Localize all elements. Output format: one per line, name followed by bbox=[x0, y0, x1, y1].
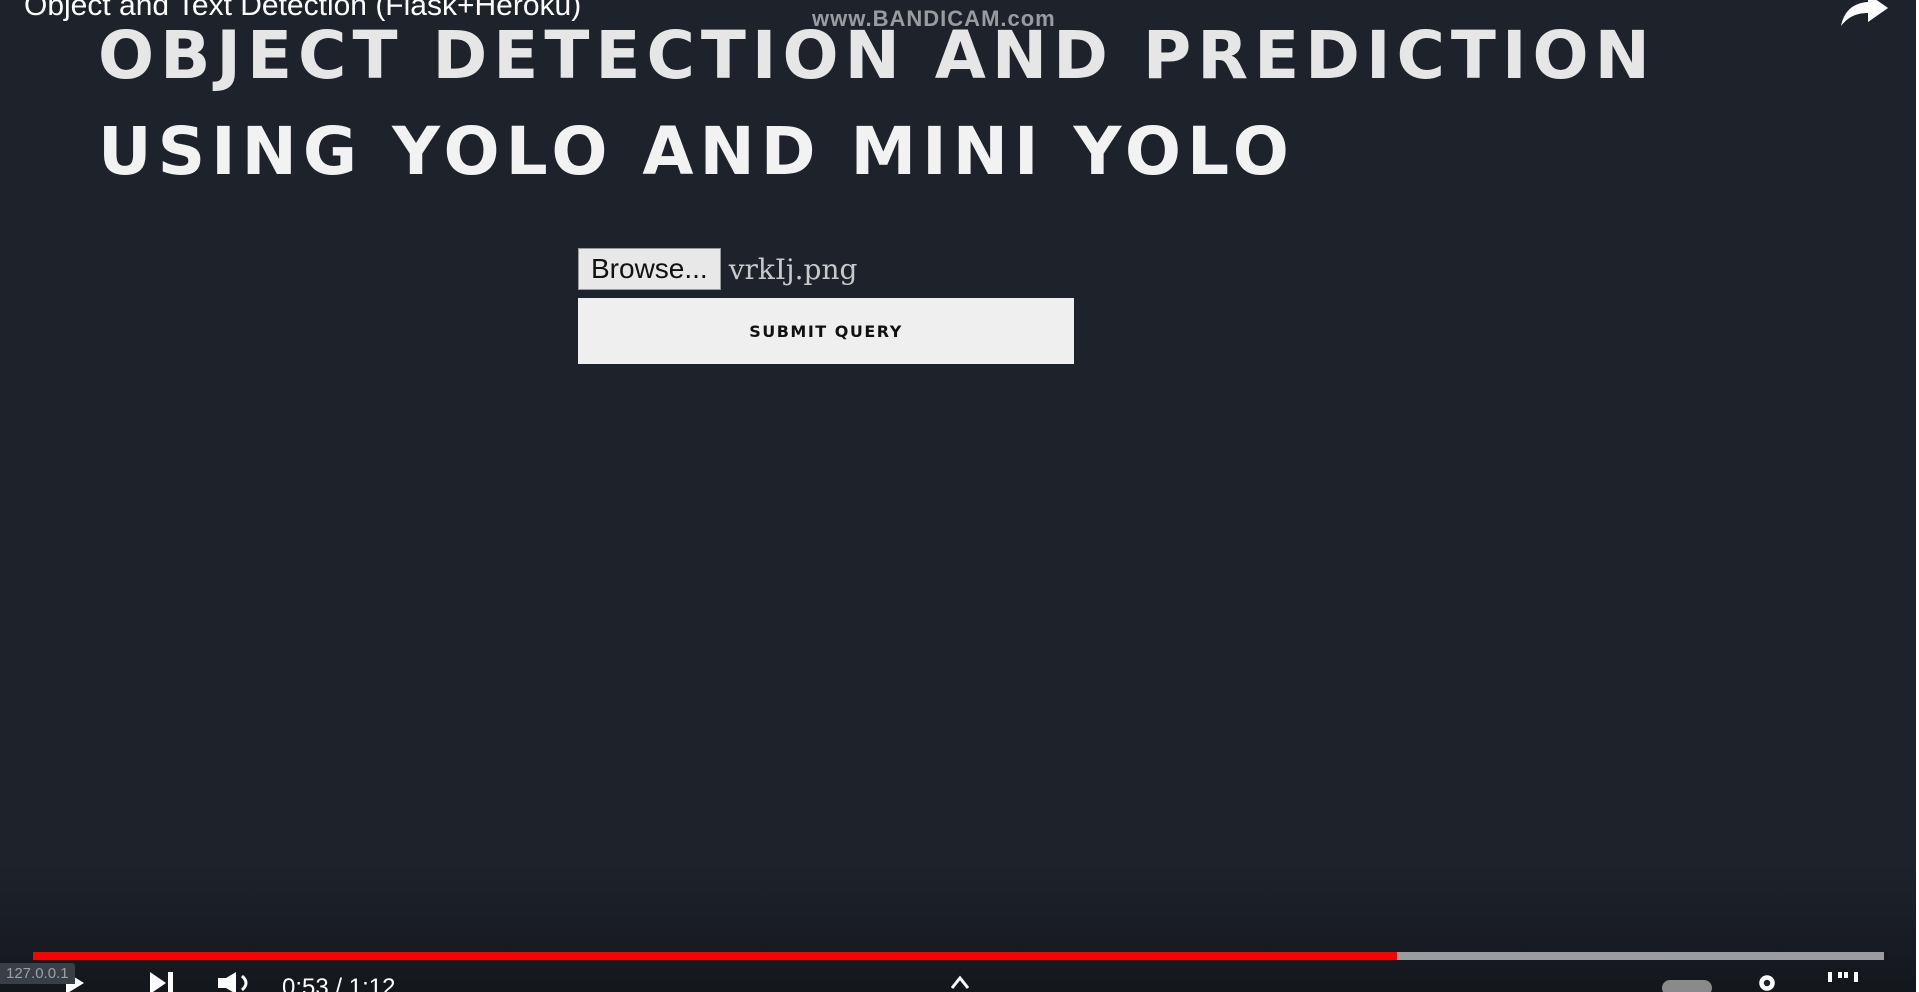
fullscreen-icon[interactable] bbox=[1826, 972, 1860, 992]
autoplay-toggle-icon[interactable] bbox=[1660, 976, 1716, 992]
page-heading-line-2: USING YOLO AND MINI YOLO bbox=[98, 113, 1295, 190]
progress-bar[interactable] bbox=[33, 952, 1884, 960]
video-player[interactable]: Object and Text Detection (Flask+Heroku)… bbox=[0, 0, 1916, 992]
progress-played bbox=[33, 952, 1398, 960]
page-heading-line-1: OBJECT DETECTION AND PREDICTION bbox=[98, 17, 1656, 94]
selected-file-name: vrkIj.png bbox=[728, 252, 858, 286]
settings-icon[interactable] bbox=[1750, 972, 1784, 992]
submit-query-button[interactable]: SUBMIT QUERY bbox=[578, 298, 1074, 364]
time-display: 0:53 / 1:12 bbox=[282, 974, 396, 992]
share-arrow-icon[interactable] bbox=[1838, 0, 1890, 28]
file-upload-field: Browse... vrkIj.png bbox=[578, 247, 857, 291]
volume-icon[interactable] bbox=[218, 972, 258, 992]
browse-button[interactable]: Browse... bbox=[578, 248, 721, 290]
chevron-up-icon[interactable] bbox=[950, 972, 970, 992]
status-bar-url: 127.0.0.1 bbox=[0, 963, 75, 984]
next-icon[interactable] bbox=[148, 972, 176, 992]
